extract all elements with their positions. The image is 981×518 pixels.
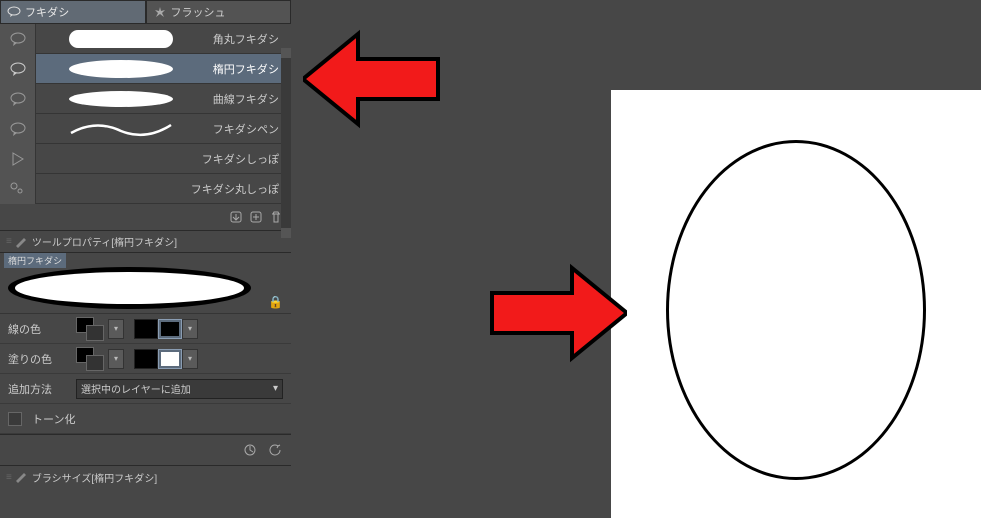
brush-icon <box>14 236 28 248</box>
subtool-label: 角丸フキダシ <box>207 31 283 47</box>
subtool-label: 楕円フキダシ <box>207 61 283 77</box>
reset-button[interactable] <box>241 441 259 459</box>
tone-label: トーン化 <box>32 411 75 427</box>
subtool-label: フキダシ丸しっぽ <box>185 181 283 197</box>
tab-balloon[interactable]: フキダシ <box>0 0 146 23</box>
balloon-preview <box>66 87 176 111</box>
subtool-balloon-round-tail[interactable]: フキダシ丸しっぽ <box>0 174 291 204</box>
line-color-opt-2[interactable] <box>158 319 182 339</box>
subtool-label: フキダシしっぽ <box>196 151 283 167</box>
tab-flash[interactable]: フラッシュ <box>146 0 292 23</box>
subtool-label: 曲線フキダシ <box>207 91 283 107</box>
flash-icon <box>153 6 167 18</box>
lock-icon[interactable]: 🔒 <box>268 295 283 309</box>
add-method-label: 追加方法 <box>8 381 70 397</box>
chevron-down-icon: ▾ <box>273 383 278 394</box>
canvas-area <box>291 0 981 518</box>
tab-label: フラッシュ <box>171 4 226 20</box>
subtool-list: 角丸フキダシ 楕円フキダシ 曲線フキダシ フキダシペン フキダシしっぽ フキダシ… <box>0 24 291 204</box>
preset-preview[interactable]: 楕円フキダシ 🔒 <box>0 253 291 314</box>
speech-bubble-icon <box>9 31 27 47</box>
preset-tab-label: 楕円フキダシ <box>4 253 66 268</box>
import-subtool-button[interactable] <box>227 208 245 226</box>
curve-preview <box>66 117 176 141</box>
line-color-label: 線の色 <box>8 321 70 337</box>
fill-color-options-dropdown[interactable]: ▾ <box>182 349 198 369</box>
fill-color-label: 塗りの色 <box>8 351 70 367</box>
tab-label: フキダシ <box>25 4 69 20</box>
balloon-preview <box>66 27 176 51</box>
brush-size-header: ≡ ブラシサイズ[楕円フキダシ] <box>0 466 291 488</box>
fill-color-dropdown[interactable]: ▾ <box>108 349 124 369</box>
subtool-balloon-pen[interactable]: フキダシペン <box>0 114 291 144</box>
fill-color-opt-1[interactable] <box>134 349 158 369</box>
preset-shape <box>8 267 251 309</box>
drawn-ellipse <box>666 140 926 480</box>
line-color-options-dropdown[interactable]: ▾ <box>182 319 198 339</box>
add-method-select[interactable]: 選択中のレイヤーに追加 ▾ <box>76 379 283 399</box>
line-color-opt-1[interactable] <box>134 319 158 339</box>
settings-button[interactable] <box>265 441 283 459</box>
brush-icon <box>14 471 28 483</box>
canvas[interactable] <box>611 90 981 518</box>
line-color-current[interactable] <box>76 317 104 341</box>
brush-size-title: ブラシサイズ[楕円フキダシ] <box>32 470 157 485</box>
tool-property-title: ツールプロパティ[楕円フキダシ] <box>32 234 177 249</box>
grip-icon[interactable]: ≡ <box>6 236 10 247</box>
subtool-rounded-balloon[interactable]: 角丸フキダシ <box>0 24 291 54</box>
balloon-preview <box>66 57 176 81</box>
tail-icon <box>9 151 27 167</box>
round-tail-icon <box>9 181 27 197</box>
add-subtool-button[interactable] <box>247 208 265 226</box>
subtool-balloon-tail[interactable]: フキダシしっぽ <box>0 144 291 174</box>
grip-icon[interactable]: ≡ <box>6 472 10 483</box>
fill-color-opt-2[interactable] <box>158 349 182 369</box>
speech-bubble-icon <box>7 6 21 18</box>
add-method-value: 選択中のレイヤーに追加 <box>81 381 191 396</box>
speech-bubble-icon <box>9 121 27 137</box>
line-color-dropdown[interactable]: ▾ <box>108 319 124 339</box>
speech-bubble-icon <box>9 61 27 77</box>
speech-bubble-icon <box>9 91 27 107</box>
annotation-arrow-left <box>303 24 443 134</box>
annotation-arrow-right <box>487 258 627 368</box>
subtool-curve-balloon[interactable]: 曲線フキダシ <box>0 84 291 114</box>
tool-property-header: ≡ ツールプロパティ[楕円フキダシ] <box>0 231 291 253</box>
subtool-ellipse-balloon[interactable]: 楕円フキダシ <box>0 54 291 84</box>
fill-color-current[interactable] <box>76 347 104 371</box>
tone-checkbox[interactable] <box>8 412 22 426</box>
subtool-label: フキダシペン <box>207 121 283 137</box>
subtool-scrollbar[interactable] <box>281 48 291 238</box>
